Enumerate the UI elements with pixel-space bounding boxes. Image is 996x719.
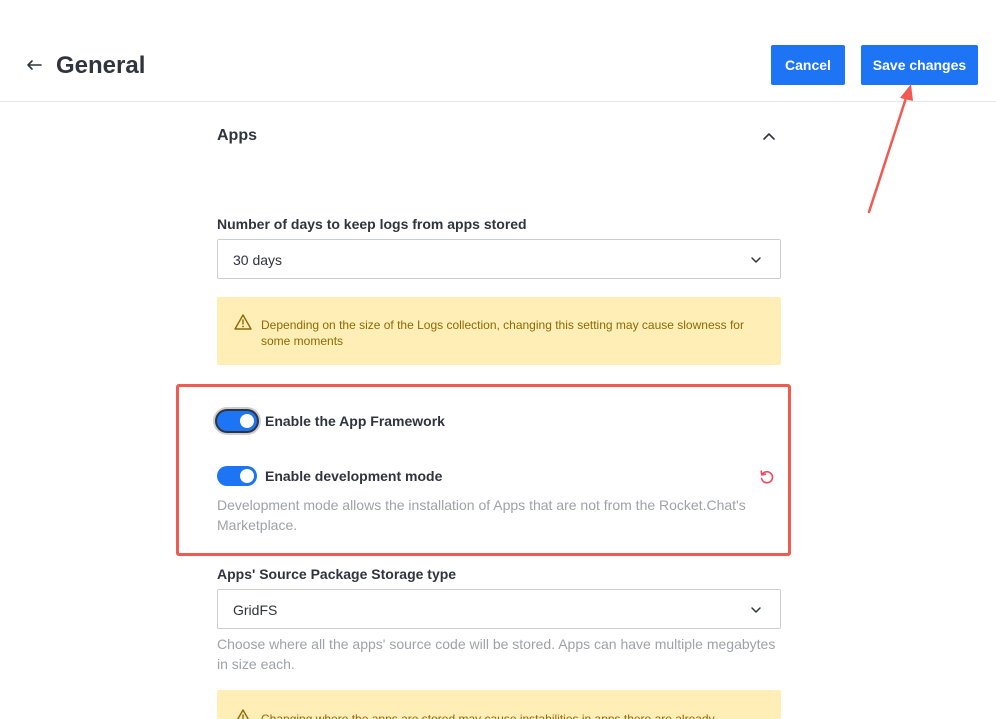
warning-icon bbox=[234, 314, 252, 330]
chevron-down-icon bbox=[751, 257, 761, 263]
storage-type-select[interactable]: GridFS bbox=[217, 589, 781, 629]
save-changes-button[interactable]: Save changes bbox=[861, 45, 978, 85]
chevron-up-icon[interactable] bbox=[760, 127, 778, 145]
cancel-button[interactable]: Cancel bbox=[771, 45, 845, 85]
arrow-left-icon[interactable] bbox=[24, 55, 44, 75]
page-title: General bbox=[56, 52, 146, 79]
section-title: Apps bbox=[217, 127, 257, 144]
logs-warning-callout: Depending on the size of the Logs collec… bbox=[217, 297, 781, 365]
annotation-highlight-box bbox=[176, 384, 791, 556]
warning-icon bbox=[237, 709, 249, 719]
logs-warning-text: Depending on the size of the Logs collec… bbox=[261, 318, 744, 348]
storage-type-label: Apps' Source Package Storage type bbox=[217, 566, 457, 582]
page-header: General Cancel Save changes bbox=[0, 0, 996, 102]
chevron-down-icon bbox=[751, 607, 761, 613]
logs-days-select[interactable]: 30 days bbox=[217, 239, 781, 279]
storage-warning-callout: Changing where the apps are stored may c… bbox=[217, 690, 781, 719]
storage-type-value: GridFS bbox=[233, 602, 278, 618]
storage-type-hint: Choose where all the apps' source code w… bbox=[217, 636, 776, 672]
logs-days-value: 30 days bbox=[233, 252, 283, 268]
storage-warning-text: Changing where the apps are stored may c… bbox=[261, 712, 715, 719]
logs-days-label: Number of days to keep logs from apps st… bbox=[217, 216, 527, 232]
